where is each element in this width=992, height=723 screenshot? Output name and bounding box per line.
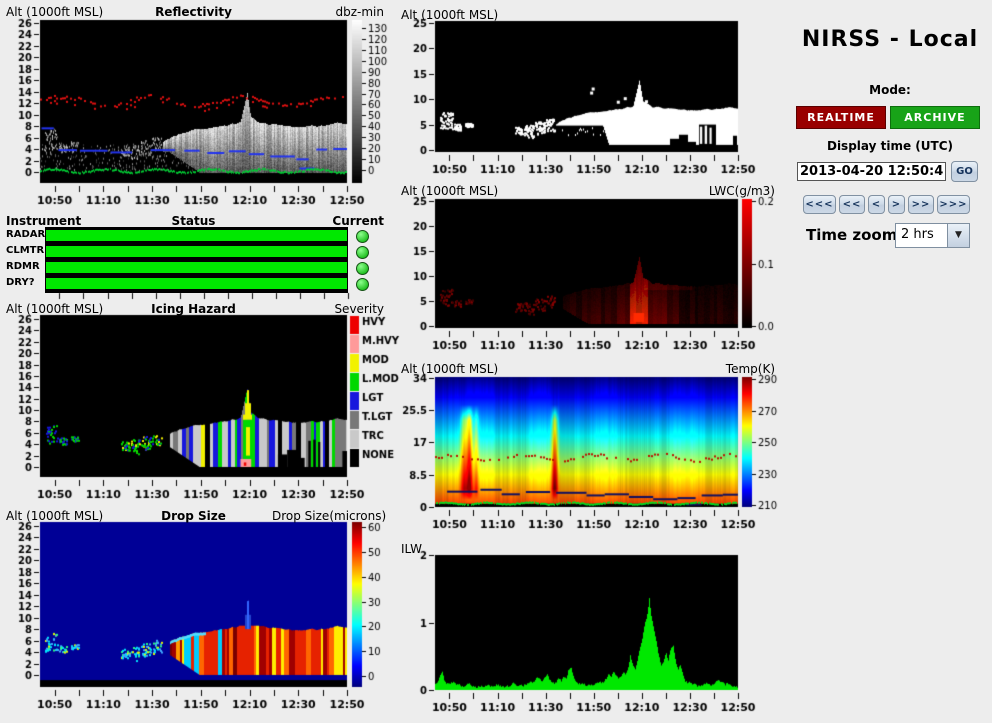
temp-colorbar-label: Temp(K) [690,362,775,376]
nav-back-button[interactable]: < [868,195,885,214]
status-bar-radar [46,230,347,241]
status-header-current: Current [322,214,384,228]
severity-colorbar-label: Severity [322,302,384,316]
cloudmask-alt-axis-label: Alt (1000ft MSL) [401,8,498,22]
ilw-plot [435,555,738,690]
display-time-label: Display time (UTC) [790,139,990,153]
nav-forward-button[interactable]: > [888,195,905,214]
drop-size-plot [40,522,347,687]
time-zoom-label: Time zoom: [806,226,903,244]
time-zoom-value: 2 hrs [896,224,947,247]
status-row-label-clmtr: CLMTR [6,245,44,256]
chevron-down-icon: ▼ [947,224,969,247]
mode-label: Mode: [790,83,990,97]
lwc-plot [435,199,738,328]
lwc-colorbar-label: LWC(g/m3) [690,184,775,198]
icing-hazard-plot [40,315,347,477]
status-header-status: Status [40,214,347,228]
nirss-app-window: Alt (1000ft MSL) Reflectivity dbz-min Al… [0,0,992,723]
status-indicator-rdmr [356,262,369,275]
realtime-button[interactable]: REALTIME [796,106,886,129]
ilw-axis-label: ILW [401,542,422,556]
status-bar-dry [46,278,347,289]
nav-rewind-button[interactable]: << [839,195,865,214]
temp-alt-axis-label: Alt (1000ft MSL) [401,362,498,376]
status-indicator-clmtr [356,246,369,259]
status-row-label-dry: DRY? [6,277,35,288]
nav-fastest-forward-button[interactable]: >>> [937,195,970,214]
status-indicator-radar [356,230,369,243]
status-bar-clmtr [46,246,347,257]
status-bar-rdmr [46,262,347,273]
go-button[interactable]: GO [951,161,978,182]
status-panel [45,227,348,293]
temperature-plot [435,377,738,507]
app-title: NIRSS - Local [790,27,990,52]
reflectivity-plot [40,20,347,183]
status-indicator-dry [356,278,369,291]
status-row-label-rdmr: RDMR [6,261,40,272]
dropsize-colorbar-label: Drop Size(microns) [272,509,384,523]
reflectivity-colorbar-label: dbz-min [322,5,384,19]
nav-fast-rewind-button[interactable]: <<< [803,195,836,214]
time-zoom-select[interactable]: 2 hrs ▼ [895,223,970,248]
cloud-mask-plot [435,21,738,152]
reflectivity-title: Reflectivity [40,5,347,19]
status-row-label-radar: RADAR [6,229,45,240]
icing-title: Icing Hazard [40,302,347,316]
lwc-alt-axis-label: Alt (1000ft MSL) [401,184,498,198]
display-time-input[interactable] [797,162,946,181]
archive-button[interactable]: ARCHIVE [890,106,980,129]
nav-fast-forward-button[interactable]: >> [908,195,934,214]
